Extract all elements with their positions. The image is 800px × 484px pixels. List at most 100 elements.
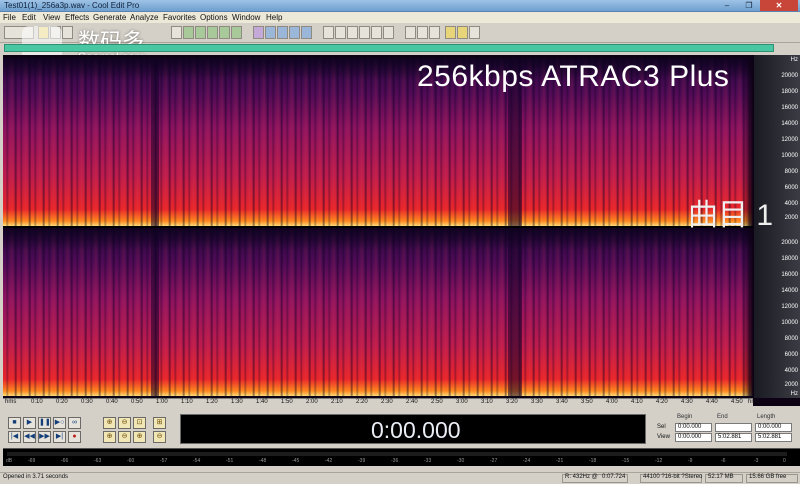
view-end-field[interactable]: 5:02.881 [715, 433, 752, 442]
tool-button-8[interactable] [265, 26, 276, 39]
time-label: 0:50 [131, 399, 143, 405]
rewind-button[interactable]: ◀◀ [23, 431, 36, 443]
maximize-button[interactable]: ❐ [738, 0, 760, 11]
zoom-left-button[interactable]: ⊕ [103, 431, 116, 443]
menu-options[interactable]: Options [200, 13, 228, 22]
zoom-selection-button[interactable]: ⊞ [153, 417, 166, 429]
time-label: 2:40 [406, 399, 418, 405]
minimize-button[interactable]: – [716, 0, 738, 11]
tool-button-9[interactable] [277, 26, 288, 39]
tool-button-17[interactable] [383, 26, 394, 39]
tool-button-22[interactable] [457, 26, 468, 39]
tool-button-21[interactable] [445, 26, 456, 39]
time-label: 4:50 [731, 399, 743, 405]
freq-label: 6000 [784, 352, 798, 358]
freq-label: 4000 [784, 201, 798, 207]
play-to-end-button[interactable]: ▶○ [53, 417, 66, 429]
zoom-out-vertical-button[interactable]: ⊖ [153, 431, 166, 443]
cursor-frequency: R: 432Hz @ [565, 474, 598, 480]
tool-button-5[interactable] [219, 26, 230, 39]
zoom-right-button[interactable]: ⊖ [118, 431, 131, 443]
meter-label: -45 [292, 458, 300, 464]
tool-button-6[interactable] [231, 26, 242, 39]
freq-label: 20000 [781, 240, 798, 246]
tool-button-16[interactable] [371, 26, 382, 39]
tool-button-4[interactable] [207, 26, 218, 39]
menu-window[interactable]: Window [232, 13, 260, 22]
zoom-controls: ⊕ ⊖ ⊡ ⊞ ⊕ ⊖ ⊕ ⊖ [103, 415, 175, 445]
tool-button-20[interactable] [429, 26, 440, 39]
sel-end-field[interactable] [715, 423, 752, 432]
close-button[interactable]: ✕ [760, 0, 798, 11]
tool-button-14[interactable] [347, 26, 358, 39]
time-label: 4:00 [606, 399, 618, 405]
menu-generate[interactable]: Generate [93, 13, 126, 22]
tool-button-10[interactable] [289, 26, 300, 39]
zoom-full-button[interactable]: ⊡ [133, 417, 146, 429]
time-label: hms [5, 399, 17, 405]
time-label: 2:50 [431, 399, 443, 405]
menu-edit[interactable]: Edit [22, 13, 36, 22]
freq-label: 16000 [781, 272, 798, 278]
menu-file[interactable]: File [3, 13, 16, 22]
menu-favorites[interactable]: Favorites [163, 13, 196, 22]
menu-help[interactable]: Help [266, 13, 282, 22]
tool-button-18[interactable] [405, 26, 416, 39]
loop-button[interactable]: ∞ [68, 417, 81, 429]
record-button[interactable]: ● [68, 431, 81, 443]
level-meter-bar [7, 452, 787, 456]
time-label: 0:40 [106, 399, 118, 405]
horizontal-scrollbar[interactable] [3, 407, 800, 413]
tool-button-11[interactable] [301, 26, 312, 39]
sel-begin-field[interactable]: 0:00.000 [675, 423, 712, 432]
sel-length-field[interactable]: 0:00.000 [755, 423, 792, 432]
spectral-view[interactable]: Hz 20000 18000 16000 14000 12000 10000 8… [3, 55, 800, 406]
view-length-field[interactable]: 5:02.881 [755, 433, 792, 442]
begin-header: Begin [677, 414, 693, 420]
meter-label: -36 [391, 458, 399, 464]
meter-label: -60 [127, 458, 135, 464]
tool-button-2[interactable] [183, 26, 194, 39]
freq-label: 2000 [784, 382, 798, 388]
end-header: End [717, 414, 728, 420]
right-channel-spectrogram[interactable] [3, 228, 753, 396]
go-to-start-button[interactable]: |◀ [8, 431, 21, 443]
menu-effects[interactable]: Effects [65, 13, 89, 22]
pause-button[interactable]: ❚❚ [38, 417, 51, 429]
view-begin-field[interactable]: 0:00.000 [675, 433, 712, 442]
tool-button-15[interactable] [359, 26, 370, 39]
tool-button-12[interactable] [323, 26, 334, 39]
stop-button[interactable]: ■ [8, 417, 21, 429]
freq-label: 10000 [781, 320, 798, 326]
meter-label: 0 [783, 458, 786, 464]
time-label: 2:00 [306, 399, 318, 405]
tool-button-13[interactable] [335, 26, 346, 39]
tool-button-23[interactable] [469, 26, 480, 39]
tool-button-3[interactable] [195, 26, 206, 39]
time-label: 3:00 [456, 399, 468, 405]
tool-button-1[interactable] [171, 26, 182, 39]
go-to-end-button[interactable]: ▶| [53, 431, 66, 443]
file-size: 52.17 MB [708, 474, 734, 480]
meter-label: -3 [754, 458, 759, 464]
time-label: 1:30 [231, 399, 243, 405]
fast-forward-button[interactable]: ▶▶ [38, 431, 51, 443]
freq-label: 6000 [784, 185, 798, 191]
tool-button-7[interactable] [253, 26, 264, 39]
track-end-fade [743, 228, 753, 396]
time-label: 1:50 [281, 399, 293, 405]
menu-view[interactable]: View [43, 13, 60, 22]
zoom-in-vertical-button[interactable]: ⊕ [133, 431, 146, 443]
freq-label: 20000 [781, 73, 798, 79]
level-meter: dB -69 -66 -63 -60 -57 -54 -51 -48 -45 -… [3, 448, 800, 466]
freq-label: 14000 [781, 288, 798, 294]
menu-analyze[interactable]: Analyze [130, 13, 158, 22]
meter-label: -63 [94, 458, 102, 464]
zoom-out-horizontal-button[interactable]: ⊖ [118, 417, 131, 429]
meter-label: -66 [61, 458, 69, 464]
play-button[interactable]: ▶ [23, 417, 36, 429]
overview-bar[interactable] [4, 44, 774, 52]
tool-button-19[interactable] [417, 26, 428, 39]
zoom-in-horizontal-button[interactable]: ⊕ [103, 417, 116, 429]
time-label: 2:30 [381, 399, 393, 405]
